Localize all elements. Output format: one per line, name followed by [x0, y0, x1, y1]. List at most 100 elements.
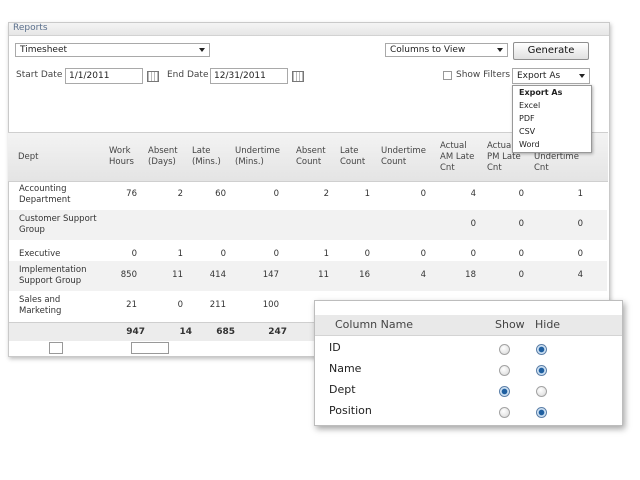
- page-size-input[interactable]: [49, 342, 63, 354]
- calendar-icon[interactable]: [147, 71, 159, 82]
- table-cell: 4: [577, 270, 583, 280]
- table-cell: 16: [359, 270, 370, 280]
- dept-cell: Customer Support Group: [19, 214, 97, 235]
- total-undertime-mins: 247: [268, 327, 287, 337]
- export-dropdown-list: Export As Excel PDF CSV Word: [512, 85, 592, 153]
- end-date-value: 12/31/2011: [214, 71, 266, 81]
- table-cell: 0: [518, 189, 524, 199]
- columns-to-view-label: Columns to View: [390, 45, 466, 55]
- table-cell: 2: [177, 189, 183, 199]
- show-radio[interactable]: [499, 386, 510, 397]
- table-cell: 0: [273, 249, 279, 259]
- table-cell: 76: [126, 189, 137, 199]
- col-header-undertime-mins[interactable]: Undertime (Mins.): [235, 146, 280, 168]
- dept-cell: Accounting Department: [19, 184, 71, 205]
- dept-cell: Executive: [19, 249, 61, 259]
- table-cell: 4: [470, 189, 476, 199]
- table-cell: 0: [470, 249, 476, 259]
- table-cell: 21: [126, 300, 137, 310]
- start-date-input[interactable]: 1/1/2011: [65, 68, 143, 84]
- table-cell: 211: [209, 300, 226, 310]
- table-cell: 0: [470, 219, 476, 229]
- table-cell: 0: [273, 189, 279, 199]
- table-cell: 60: [215, 189, 226, 199]
- table-cell: 1: [323, 249, 329, 259]
- end-date-input[interactable]: 12/31/2011: [210, 68, 288, 84]
- show-radio[interactable]: [499, 407, 510, 418]
- hide-radio[interactable]: [536, 344, 547, 355]
- export-option-header[interactable]: Export As: [519, 88, 562, 97]
- show-header: Show: [495, 318, 525, 331]
- table-cell: 0: [220, 249, 226, 259]
- columns-to-view-select[interactable]: Columns to View: [385, 43, 508, 57]
- show-radio[interactable]: [499, 365, 510, 376]
- report-type-value: Timesheet: [20, 45, 68, 55]
- table-row[interactable]: Accounting Department 76 2 60 0 2 1 0 4 0 1: [9, 180, 607, 210]
- table-cell: 0: [577, 249, 583, 259]
- col-header-actual-am-late[interactable]: Actual AM Late Cnt: [440, 141, 474, 174]
- col-header-undertime-cnt[interactable]: Undertime Cnt: [534, 152, 579, 174]
- table-cell: 414: [209, 270, 226, 280]
- export-option-csv[interactable]: CSV: [519, 127, 535, 136]
- table-cell: 850: [120, 270, 137, 280]
- column-picker-panel: Column Name Show Hide ID Name Dept Position: [314, 300, 623, 426]
- dept-cell: Sales and Marketing: [19, 295, 62, 316]
- dept-cell: Implementation Support Group: [19, 265, 87, 286]
- generate-button[interactable]: Generate: [513, 42, 589, 60]
- export-option-word[interactable]: Word: [519, 140, 540, 149]
- col-header-undertime-count[interactable]: Undertime Count: [381, 146, 426, 168]
- table-cell: 0: [518, 270, 524, 280]
- panel-title: Reports: [13, 23, 48, 33]
- export-as-select[interactable]: Export As: [512, 68, 590, 84]
- start-date-label: Start Date: [16, 70, 63, 80]
- hide-radio[interactable]: [536, 407, 547, 418]
- column-name-item: Name: [329, 362, 362, 375]
- show-radio[interactable]: [499, 344, 510, 355]
- export-option-excel[interactable]: Excel: [519, 101, 540, 110]
- table-cell: 0: [420, 189, 426, 199]
- table-cell: 100: [262, 300, 279, 310]
- hide-header: Hide: [535, 318, 561, 331]
- table-cell: 1: [364, 189, 370, 199]
- total-absent-days: 14: [179, 327, 192, 337]
- table-cell: 0: [131, 249, 137, 259]
- show-filters-label: Show Filters: [456, 70, 511, 80]
- table-cell: 0: [420, 249, 426, 259]
- table-cell: 0: [518, 219, 524, 229]
- table-row[interactable]: Implementation Support Group 850 11 414 147 11…: [9, 261, 607, 291]
- total-late-mins: 685: [216, 327, 235, 337]
- column-name-item: Dept: [329, 383, 356, 396]
- export-as-value: Export As: [517, 71, 561, 81]
- table-cell: 0: [518, 249, 524, 259]
- table-row[interactable]: Executive 0 1 0 0 1 0 0 0 0 0: [9, 240, 607, 261]
- col-header-dept[interactable]: Dept: [18, 152, 39, 163]
- show-filters-checkbox[interactable]: [443, 71, 452, 80]
- table-cell: 11: [318, 270, 329, 280]
- total-work-hours: 947: [126, 327, 145, 337]
- table-cell: 1: [177, 249, 183, 259]
- export-option-pdf[interactable]: PDF: [519, 114, 535, 123]
- page-number-input[interactable]: [131, 342, 169, 354]
- table-cell: 147: [262, 270, 279, 280]
- hide-radio[interactable]: [536, 365, 547, 376]
- column-name-header: Column Name: [335, 318, 414, 331]
- table-row[interactable]: Customer Support Group 0 0 0: [9, 210, 607, 240]
- report-type-select[interactable]: Timesheet: [15, 43, 210, 57]
- table-cell: 4: [420, 270, 426, 280]
- table-pager: [9, 340, 309, 354]
- col-header-absent-count[interactable]: Absent Count: [296, 146, 326, 168]
- hide-radio[interactable]: [536, 386, 547, 397]
- column-name-item: ID: [329, 341, 341, 354]
- table-cell: 1: [577, 189, 583, 199]
- col-header-absent-days[interactable]: Absent (Days): [148, 146, 178, 168]
- col-header-late-count[interactable]: Late Count: [340, 146, 365, 168]
- calendar-icon[interactable]: [292, 71, 304, 82]
- table-cell: 0: [177, 300, 183, 310]
- panel-header: Reports: [9, 23, 609, 36]
- col-header-work-hours[interactable]: Work Hours: [109, 146, 134, 168]
- column-name-item: Position: [329, 404, 372, 417]
- chevron-down-icon: [199, 48, 205, 52]
- end-date-label: End Date: [167, 70, 209, 80]
- col-header-late-mins[interactable]: Late (Mins.): [192, 146, 221, 168]
- chevron-down-icon: [579, 74, 585, 78]
